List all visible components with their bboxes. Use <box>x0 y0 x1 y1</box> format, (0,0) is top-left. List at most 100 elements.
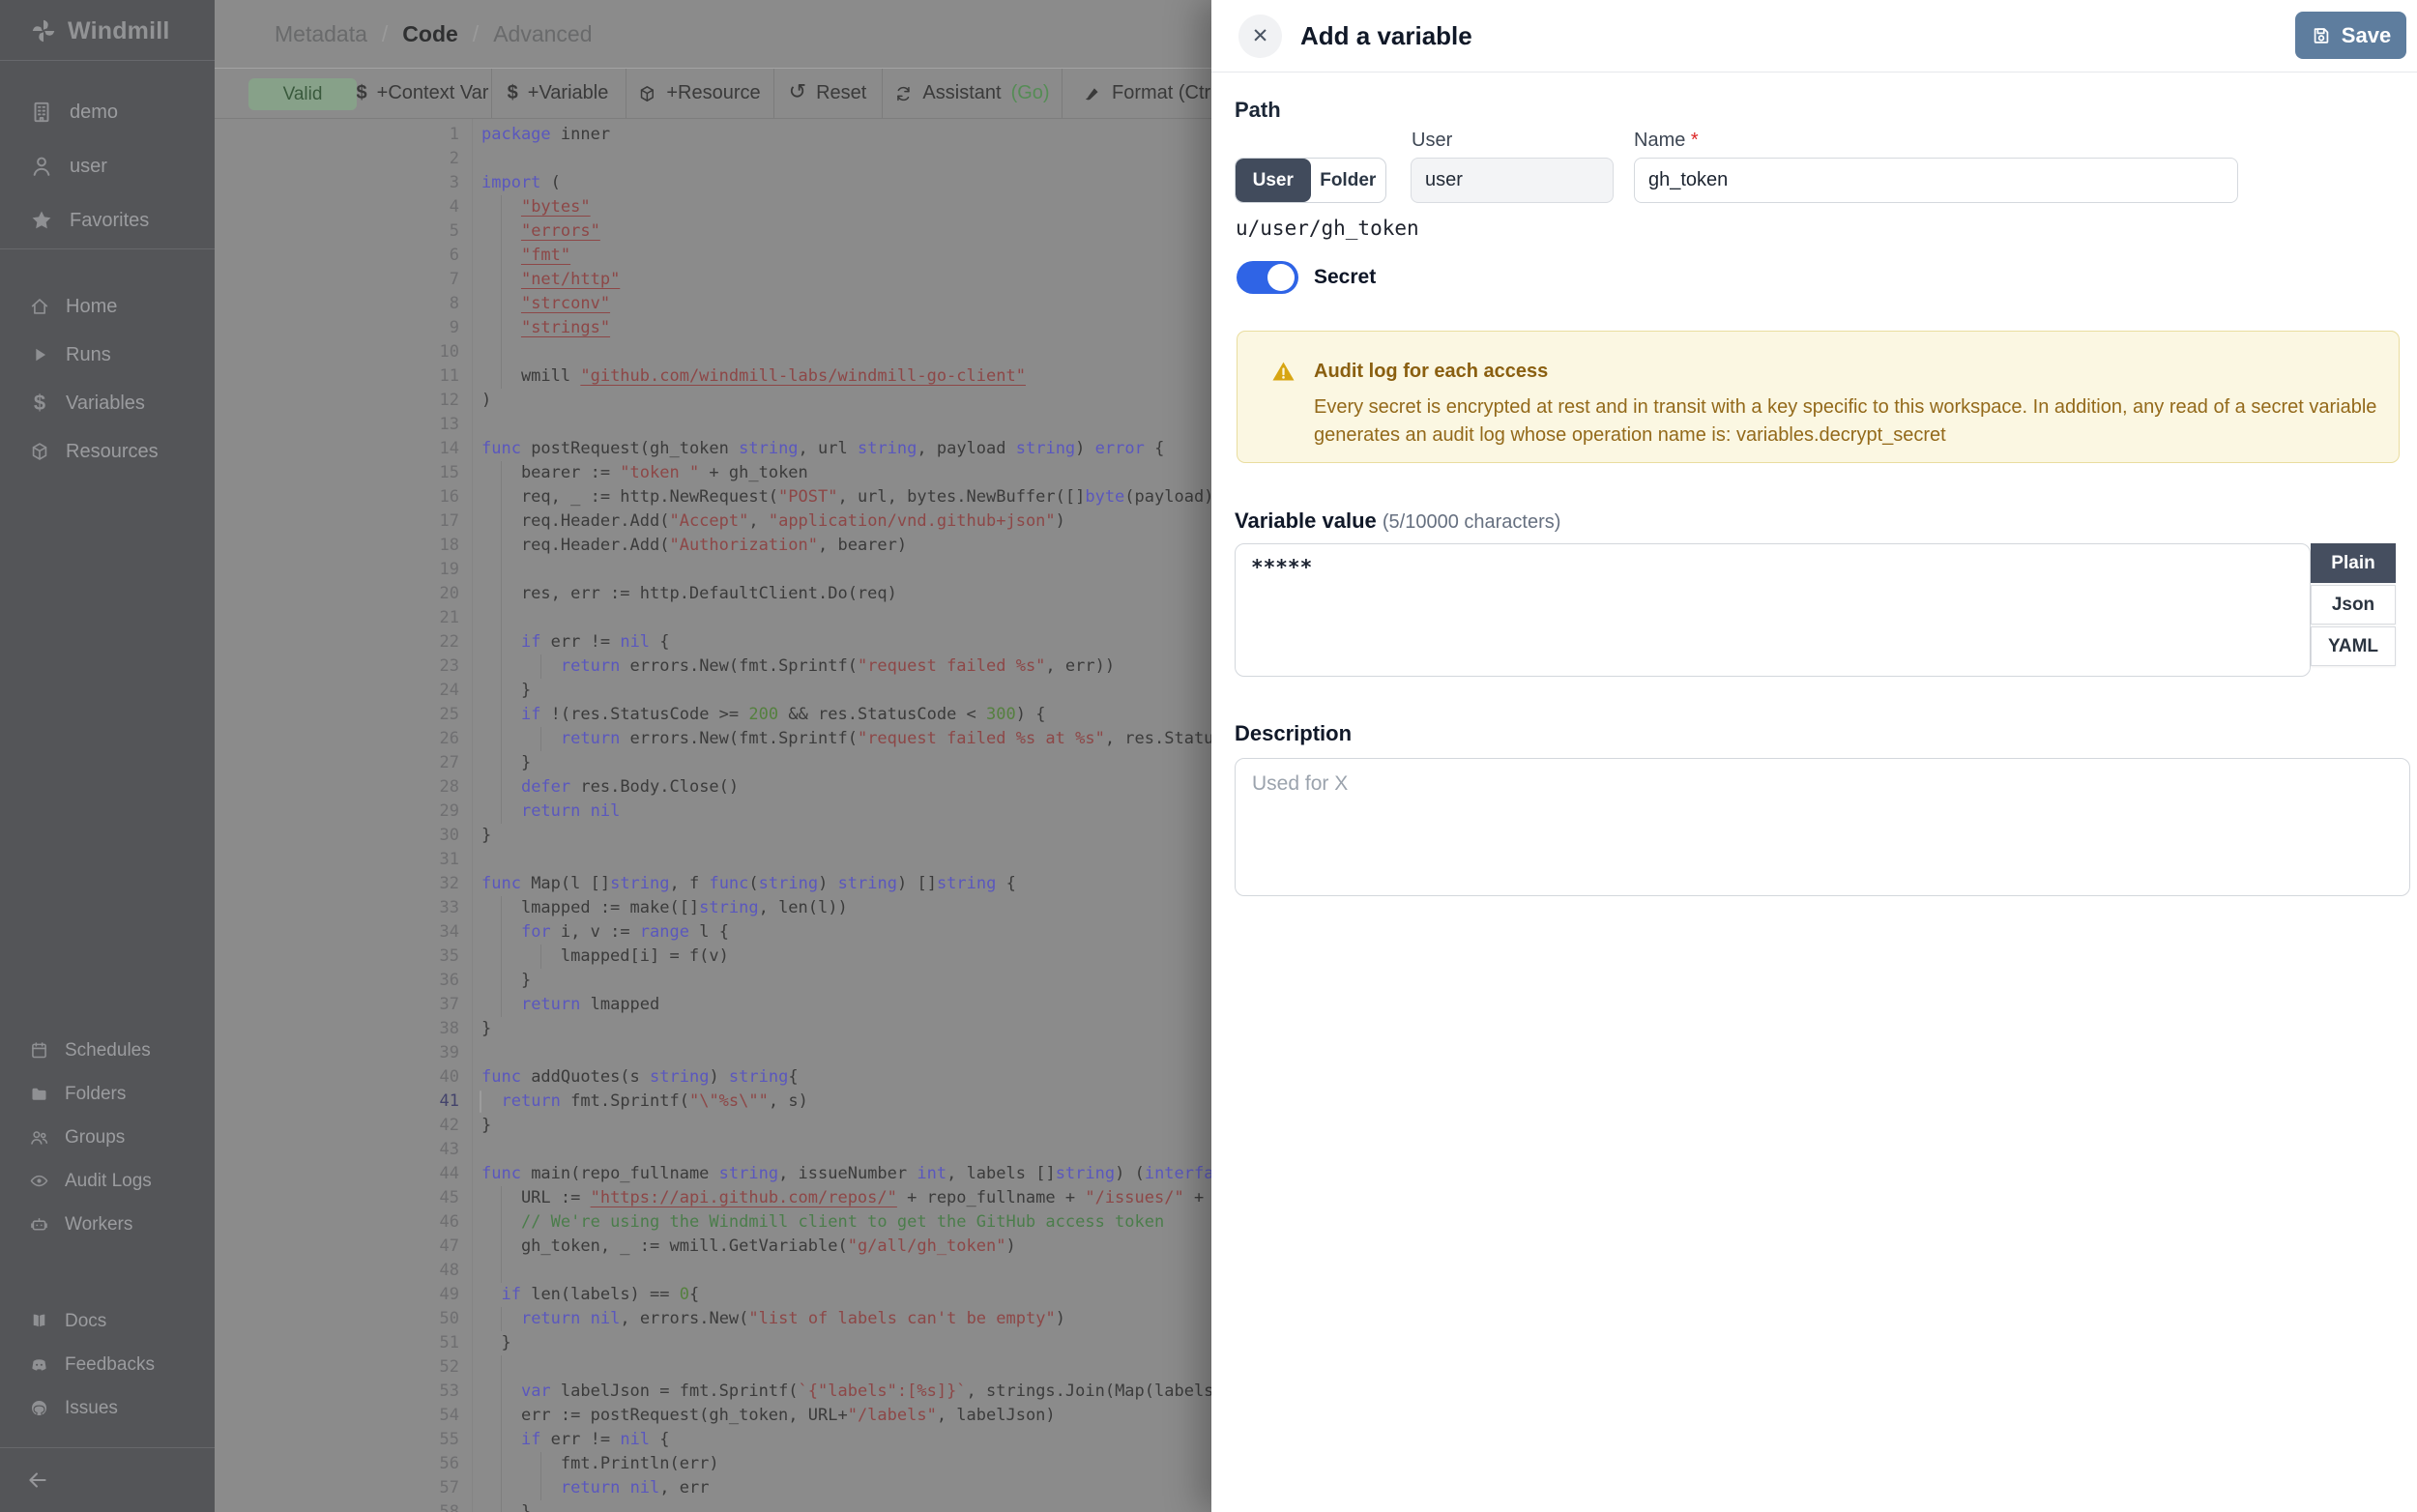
variable-name-input[interactable] <box>1634 158 2238 203</box>
line-number: 56 <box>429 1452 459 1476</box>
add-variable-drawer: ✕ Add a variable Save Path User Name * U… <box>1211 0 2417 1512</box>
tab-advanced[interactable]: Advanced <box>493 21 592 47</box>
sidebar-item-label: Home <box>66 296 117 318</box>
brush-icon <box>1083 84 1102 103</box>
person-icon <box>29 154 54 179</box>
description-textarea[interactable] <box>1235 758 2410 896</box>
building-icon <box>29 100 54 125</box>
description-heading: Description <box>1235 721 1352 746</box>
line-number: 2 <box>429 147 459 171</box>
line-number: 29 <box>429 800 459 824</box>
toolbar-button--variable[interactable]: $+Variable <box>508 69 609 118</box>
sidebar-item-runs[interactable]: Runs <box>0 331 215 379</box>
sidebar-item-favorites[interactable]: Favorites <box>0 193 215 247</box>
sidebar-item-demo[interactable]: demo <box>0 85 215 139</box>
toolbar-button-reset[interactable]: ↺Reset <box>789 69 867 118</box>
line-number: 45 <box>429 1186 459 1210</box>
line-number: 3 <box>429 171 459 195</box>
sidebar-admin-section: SchedulesFoldersGroups Audit Logs Workers <box>0 1029 215 1246</box>
close-button[interactable]: ✕ <box>1238 15 1282 58</box>
sidebar-item-label: Issues <box>65 1398 118 1419</box>
sidebar-item-schedules[interactable]: Schedules <box>0 1029 215 1072</box>
line-number: 26 <box>429 727 459 751</box>
user-input[interactable] <box>1411 158 1614 203</box>
line-number: 19 <box>429 558 459 582</box>
play-icon <box>29 344 50 365</box>
line-number: 34 <box>429 920 459 945</box>
sidebar-item-label: Audit Logs <box>65 1171 152 1192</box>
toolbar-separator <box>882 69 883 118</box>
audit-log-warning: Audit log for each access Every secret i… <box>1237 331 2400 463</box>
sidebar-item-label: user <box>70 156 107 178</box>
line-number: 20 <box>429 582 459 606</box>
sidebar-item-home[interactable]: Home <box>0 282 215 331</box>
toolbar-separator <box>491 69 492 118</box>
sidebar-item-folders[interactable]: Folders <box>0 1072 215 1116</box>
sidebar-collapse-button[interactable] <box>25 1468 50 1493</box>
format-tab-yaml[interactable]: YAML <box>2311 626 2396 666</box>
line-number: 31 <box>429 848 459 872</box>
book-icon <box>29 1311 49 1331</box>
windmill-app: Windmill demouserFavorites HomeRuns$Vari… <box>0 0 2417 1512</box>
sidebar-item-resources[interactable]: Resources <box>0 427 215 476</box>
audit-warning-body: Every secret is encrypted at rest and in… <box>1314 393 2382 450</box>
line-number: 6 <box>429 244 459 268</box>
sidebar-divider <box>0 248 215 249</box>
line-number: 55 <box>429 1428 459 1452</box>
save-button[interactable]: Save <box>2295 12 2406 59</box>
segment-folder[interactable]: Folder <box>1311 159 1386 202</box>
line-number: 8 <box>429 292 459 316</box>
secret-toggle[interactable] <box>1237 261 1298 294</box>
close-icon: ✕ <box>1252 24 1269 48</box>
sidebar-item-groups[interactable]: Groups <box>0 1116 215 1159</box>
sidebar-item-workers[interactable]: Workers <box>0 1203 215 1246</box>
tab-metadata[interactable]: Metadata <box>275 21 367 47</box>
discord-icon <box>29 1354 49 1375</box>
line-number: 27 <box>429 751 459 775</box>
sidebar-item-issues[interactable]: Issues <box>0 1386 215 1430</box>
sidebar-item-label: demo <box>70 102 118 124</box>
tab-code[interactable]: Code <box>402 21 458 47</box>
toolbar-button--context-var[interactable]: $+Context Var <box>357 69 489 118</box>
sidebar-divider <box>0 60 215 61</box>
toolbar-button-assistant[interactable]: Assistant(Go) <box>893 69 1049 118</box>
editor-cursor <box>480 1090 481 1113</box>
toolbar-button--resource[interactable]: +Resource <box>637 69 760 118</box>
breadcrumb-separator: / <box>473 21 479 47</box>
sidebar-item-label: Variables <box>66 393 145 415</box>
line-number: 35 <box>429 945 459 969</box>
segment-user[interactable]: User <box>1236 159 1311 202</box>
variable-value-textarea[interactable]: ***** <box>1235 543 2311 677</box>
line-number: 50 <box>429 1307 459 1331</box>
user-field-label: User <box>1412 130 1452 152</box>
line-number: 21 <box>429 606 459 630</box>
format-tab-json[interactable]: Json <box>2311 585 2396 625</box>
required-asterisk: * <box>1691 130 1699 151</box>
sidebar-item-audit-logs[interactable]: Audit Logs <box>0 1159 215 1203</box>
warning-triangle-icon <box>1270 359 1296 385</box>
line-number: 40 <box>429 1065 459 1090</box>
line-number: 58 <box>429 1500 459 1512</box>
line-number: 57 <box>429 1476 459 1500</box>
windmill-logo[interactable]: Windmill <box>29 12 170 50</box>
sidebar-item-docs[interactable]: Docs <box>0 1299 215 1343</box>
windmill-pinwheel-icon <box>29 16 58 45</box>
robot-icon <box>29 1214 49 1235</box>
sidebar-item-feedbacks[interactable]: Feedbacks <box>0 1343 215 1386</box>
app-title: Windmill <box>68 17 170 45</box>
breadcrumb-separator: / <box>382 21 388 47</box>
sidebar-item-variables[interactable]: $Variables <box>0 379 215 427</box>
line-number: 14 <box>429 437 459 461</box>
line-number: 4 <box>429 195 459 219</box>
line-number: 41 <box>429 1090 459 1114</box>
format-tab-plain[interactable]: Plain <box>2311 543 2396 583</box>
line-number: 43 <box>429 1138 459 1162</box>
dollar-icon: $ <box>508 82 518 104</box>
sidebar-item-user[interactable]: user <box>0 139 215 193</box>
github-icon <box>29 1398 49 1418</box>
line-number: 52 <box>429 1355 459 1380</box>
line-number: 28 <box>429 775 459 800</box>
dollar-icon: $ <box>357 82 367 104</box>
toolbar-separator <box>1062 69 1063 118</box>
line-number: 54 <box>429 1404 459 1428</box>
